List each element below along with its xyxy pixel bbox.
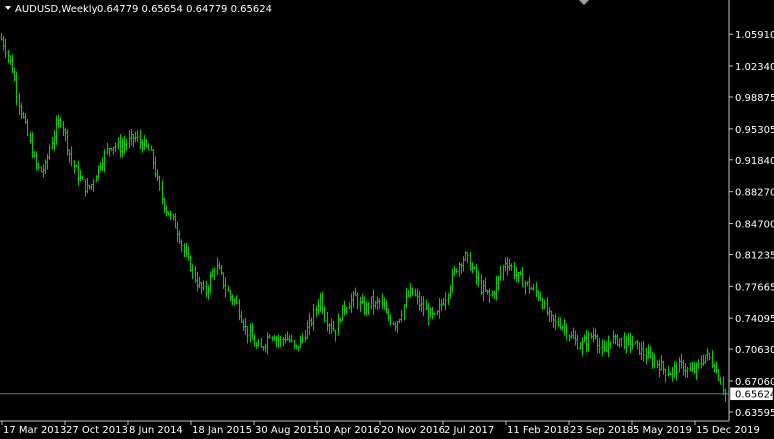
y-tick-label: 0.70630 [735,345,774,356]
y-tick-label: 0.81235 [735,250,774,261]
x-tick-label: 30 Aug 2015 [255,425,319,436]
x-tick-label: 20 Nov 2016 [381,425,445,436]
chart-background [0,0,774,439]
y-tick-label: 0.63595 [735,408,774,419]
y-tick-label: 1.05910 [735,30,774,41]
current-price-label: 0.65624 [735,389,774,400]
ohlc-values: 0.64779 0.65654 0.64779 0.65624 [97,4,272,15]
price-chart[interactable]: 1.05910 1.02340 0.98875 0.95305 0.91840 0.882… [0,0,774,439]
x-tick-label: 8 Jun 2014 [129,425,183,436]
y-tick-label: 0.91840 [735,156,774,167]
y-tick-label: 0.77665 [735,282,774,293]
chart-header[interactable]: AUDUSD,Weekly 0.64779 0.65654 0.64779 0.… [5,4,272,15]
y-tick-label: 0.95305 [735,125,774,136]
y-tick-label: 0.67060 [735,377,774,388]
current-price-box: 0.65624 [729,387,774,401]
x-tick-label: 2 Jul 2017 [444,425,494,436]
x-tick-label: 23 Sep 2018 [570,425,633,436]
x-tick-label: 11 Feb 2018 [507,425,569,436]
x-tick-label: 17 Mar 2013 [3,425,66,436]
x-tick-label: 18 Jan 2015 [192,425,252,436]
y-tick-label: 0.74095 [735,314,774,325]
x-tick-label: 15 Dec 2019 [696,425,760,436]
y-tick-label: 0.88270 [735,188,774,199]
y-tick-label: 0.84700 [735,220,774,231]
x-tick-label: 27 Oct 2013 [66,425,128,436]
symbol-timeframe: AUDUSD,Weekly [15,4,98,15]
y-tick-label: 0.98875 [735,93,774,104]
y-tick-label: 1.02340 [735,62,774,73]
x-tick-label: 5 May 2019 [633,425,692,436]
x-tick-label: 10 Apr 2016 [318,425,380,436]
